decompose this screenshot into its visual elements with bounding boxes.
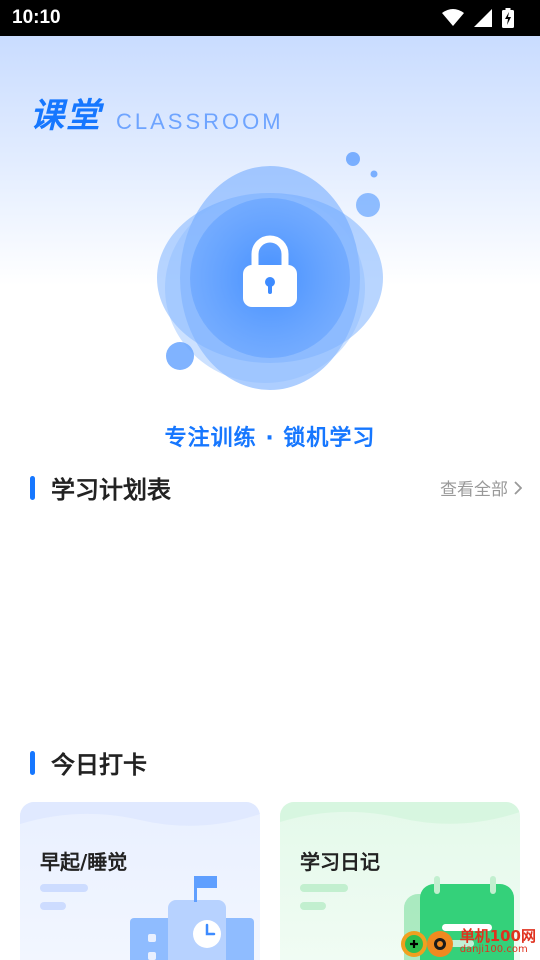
battery-charging-icon (502, 8, 514, 28)
watermark-subtext: danji100.com (459, 943, 528, 955)
checkin-header: 今日打卡 (30, 745, 522, 780)
lock-illustration (157, 152, 383, 390)
placeholder-line (300, 902, 326, 910)
checkin-card-sleep[interactable]: 早起/睡觉 (20, 802, 260, 960)
placeholder-line (40, 902, 66, 910)
section-accent-bar (30, 475, 35, 500)
status-time: 10:10 (12, 7, 61, 28)
wifi-icon (442, 9, 464, 26)
page-title-en: CLASSROOM (116, 109, 284, 134)
watermark-text: 单机100网 (459, 926, 536, 945)
status-icons (442, 8, 514, 28)
page-title-cn: 课堂 (30, 96, 102, 136)
signal-icon (474, 9, 492, 27)
placeholder-line (300, 884, 348, 892)
school-clock-icon (130, 876, 254, 960)
chevron-right-icon (514, 480, 522, 495)
view-all-label: 查看全部 (440, 480, 508, 500)
card-wave (280, 802, 520, 824)
checkin-card-label: 早起/睡觉 (40, 850, 128, 874)
page-title: 课堂 CLASSROOM (30, 88, 284, 137)
study-plan-header: 学习计划表 查看全部 (30, 470, 522, 505)
view-all-link[interactable]: 查看全部 (440, 475, 522, 500)
watermark-icon (400, 931, 453, 957)
study-plan-title: 学习计划表 (51, 476, 171, 504)
status-bar: 10:10 (0, 0, 540, 36)
study-plan-list (0, 510, 540, 730)
watermark-logo: 单机100网 danji100.com (400, 924, 536, 958)
card-wave (20, 802, 260, 826)
watermark-text-group: 单机100网 danji100.com (460, 928, 536, 955)
hero-tagline: 专注训练 · 锁机学习 (164, 426, 376, 451)
placeholder-line (40, 884, 88, 892)
checkin-title: 今日打卡 (51, 751, 147, 779)
checkin-card-label: 学习日记 (300, 850, 380, 874)
section-accent-bar (30, 750, 35, 775)
